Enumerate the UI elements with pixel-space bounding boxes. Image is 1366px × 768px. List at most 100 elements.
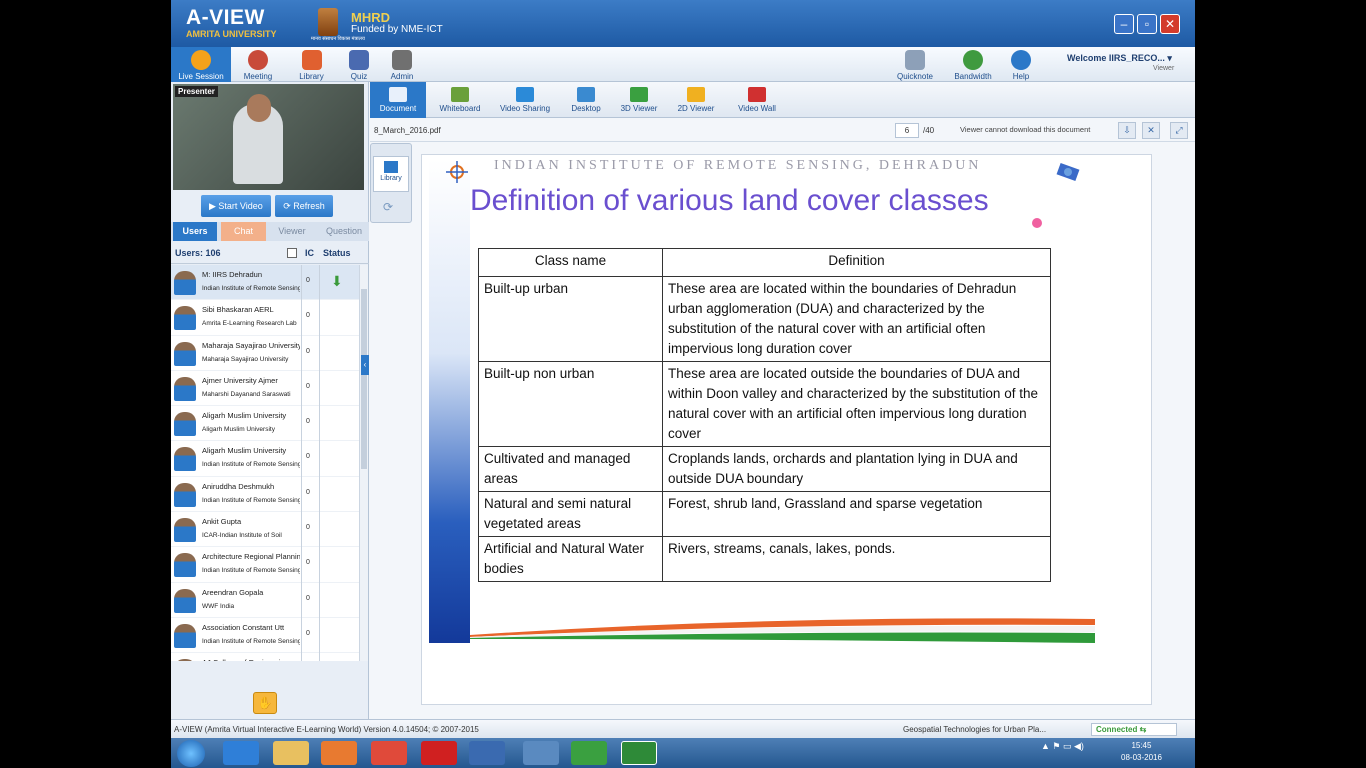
user-row[interactable]: Sibi Bhaskaran AERL Amrita E-Learning Res…	[171, 300, 359, 336]
slide-side-bar	[429, 160, 470, 643]
whiteboard-label: Whiteboard	[439, 104, 481, 113]
start-video-button[interactable]: ▶ Start Video	[201, 195, 271, 217]
maximize-button[interactable]: ▫	[1137, 14, 1157, 34]
close-doc-icon[interactable]: ✕	[1142, 122, 1160, 139]
iirs-logo-icon	[446, 161, 468, 183]
column-status: Status	[323, 248, 351, 258]
admin-button[interactable]: Admin	[381, 47, 423, 82]
camtasia-recorder-icon[interactable]	[621, 741, 657, 765]
class-name-cell: Built-up non urban	[478, 361, 663, 447]
user-row[interactable]: Aligarh Muslim University Aligarh Muslim …	[171, 406, 359, 442]
user-row[interactable]: M: IIRS Dehradun Indian Institute of Remo…	[171, 265, 359, 301]
user-organization: ICAR-Indian Institute of Soil	[202, 532, 282, 540]
media-player-icon[interactable]	[321, 741, 357, 765]
user-row[interactable]: Architecture Regional Planning Indian Ins…	[171, 547, 359, 583]
user-avatar-icon	[174, 447, 196, 472]
tools-icon	[392, 50, 412, 70]
expand-icon[interactable]: ⤢	[1170, 122, 1188, 139]
gauge-icon	[963, 50, 983, 70]
user-row[interactable]: AJ College of Engineering	[171, 653, 359, 661]
user-row[interactable]: Maharaja Sayajirao University Maharaja Sa…	[171, 336, 359, 371]
user-organization: Maharaja Sayajirao University	[202, 355, 289, 363]
tab-viewer[interactable]: Viewer	[268, 222, 316, 241]
definition-cell: Forest, shrub land, Grassland and sparse…	[662, 491, 1051, 537]
mhrd-caption: मानव संसाधन विकास मंत्रालय	[311, 36, 365, 42]
film-icon	[516, 87, 534, 102]
bandwidth-button[interactable]: Bandwidth	[947, 47, 999, 82]
select-all-checkbox[interactable]	[287, 248, 297, 258]
user-ic-count: 0	[306, 559, 310, 567]
quicknote-label: Quicknote	[896, 72, 934, 81]
scrollbar-thumb[interactable]	[361, 289, 367, 469]
tab-whiteboard[interactable]: Whiteboard	[430, 82, 490, 118]
tab-desktop[interactable]: Desktop	[560, 82, 612, 118]
page-total: /40	[923, 126, 935, 135]
camtasia-icon[interactable]	[571, 741, 607, 765]
help-button[interactable]: Help	[1005, 47, 1037, 82]
live-session-button[interactable]: Live Session	[171, 47, 231, 82]
minimize-button[interactable]: –	[1114, 14, 1134, 34]
tab-users[interactable]: Users	[173, 222, 217, 241]
opera-icon[interactable]	[421, 741, 457, 765]
info-icon	[1011, 50, 1031, 70]
books-icon	[301, 50, 322, 70]
brand-title: A-VIEW	[186, 6, 265, 29]
clock[interactable]: 15:45 08-03-2016	[1121, 740, 1162, 764]
meeting-button[interactable]: Meeting	[233, 47, 283, 82]
user-row[interactable]: Aligarh Muslim University Indian Institut…	[171, 441, 359, 477]
tab-document[interactable]: Document	[370, 82, 426, 118]
user-row[interactable]: Ajmer University Ajmer Maharshi Dayanand …	[171, 371, 359, 407]
app-icon[interactable]	[469, 741, 505, 765]
welcome-user-menu[interactable]: Welcome IIRS_RECO... ▾	[1067, 53, 1172, 64]
user-ic-count: 0	[306, 277, 310, 284]
system-tray[interactable]: ▲ ⚑ ▭ ◀)	[1041, 741, 1084, 752]
column-divider	[319, 265, 320, 661]
user-row[interactable]: Association Constant Utt Indian Institute…	[171, 618, 359, 654]
table-header-row: Class name Definition	[478, 248, 1051, 277]
start-button[interactable]	[177, 740, 205, 767]
internet-explorer-icon[interactable]	[223, 741, 259, 765]
slide-viewer: INDIAN INSTITUTE OF REMOTE SENSING, DEHR…	[421, 154, 1152, 705]
refresh-button[interactable]: ⟳ Refresh	[275, 195, 333, 217]
users-header: Users: 106 IC Status	[171, 242, 369, 264]
user-list: M: IIRS Dehradun Indian Institute of Remo…	[171, 265, 359, 661]
signal-icon: ⇆	[1139, 725, 1147, 734]
download-notice: Viewer cannot download this document	[960, 125, 1091, 134]
windows-taskbar: ▲ ⚑ ▭ ◀) 15:45 08-03-2016	[171, 738, 1195, 768]
tab-2d-viewer[interactable]: 2D Viewer	[668, 82, 724, 118]
tab-video-sharing[interactable]: Video Sharing	[494, 82, 556, 118]
class-name-cell: Built-up urban	[478, 276, 663, 362]
tab-chat[interactable]: Chat	[221, 222, 266, 241]
table-row: Built-up non urban These area are located…	[478, 361, 1051, 447]
a-view-window: A-VIEW AMRITA UNIVERSITY मानव संसाधन विक…	[171, 0, 1195, 738]
tab-3d-viewer[interactable]: 3D Viewer	[616, 82, 662, 118]
people-icon	[248, 50, 268, 70]
user-list-scrollbar[interactable]	[359, 265, 368, 661]
close-button[interactable]: ✕	[1160, 14, 1180, 34]
user-organization: Aligarh Muslim University	[202, 426, 275, 434]
raise-hand-button[interactable]: ✋	[253, 692, 277, 714]
quiz-button[interactable]: Quiz	[339, 47, 379, 82]
network-app-icon[interactable]	[523, 741, 559, 765]
chrome-icon[interactable]	[371, 741, 407, 765]
definition-cell: Rivers, streams, canals, lakes, ponds.	[662, 536, 1051, 582]
user-row[interactable]: Ankit Gupta ICAR-Indian Institute of Soil…	[171, 512, 359, 548]
refresh-icon[interactable]: ⟳	[383, 200, 393, 214]
file-explorer-icon[interactable]	[273, 741, 309, 765]
tab-question[interactable]: Question	[319, 222, 369, 241]
user-row[interactable]: Aniruddha Deshmukh Indian Institute of Re…	[171, 477, 359, 513]
document-label: Document	[379, 104, 417, 113]
download-icon[interactable]: ⇩	[1118, 122, 1136, 139]
collapse-panel-button[interactable]: ‹	[361, 355, 369, 375]
library-button[interactable]: Library	[289, 47, 334, 82]
note-icon	[905, 50, 925, 70]
tab-video-wall[interactable]: Video Wall	[730, 82, 784, 118]
library-side-button[interactable]: Library	[373, 156, 409, 192]
users-count: Users: 106	[175, 248, 221, 258]
monitor-icon	[577, 87, 595, 102]
start-video-label: Start Video	[218, 201, 263, 211]
user-row[interactable]: Areendran Gopala WWF India 0	[171, 583, 359, 618]
page-number-input[interactable]: 6	[895, 123, 919, 138]
quicknote-button[interactable]: Quicknote	[889, 47, 941, 82]
user-organization: Maharshi Dayanand Saraswati	[202, 390, 291, 398]
